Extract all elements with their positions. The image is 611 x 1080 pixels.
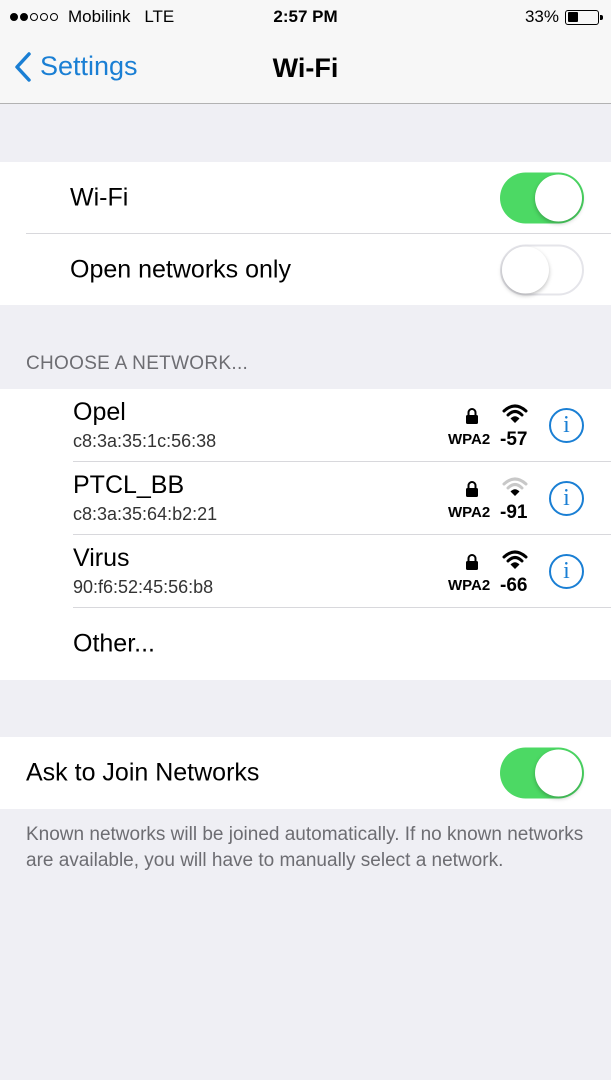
info-icon[interactable]: i (549, 408, 584, 443)
network-name: Virus (73, 544, 130, 572)
ask-to-join-row: Ask to Join Networks (0, 737, 611, 809)
lock-icon (466, 554, 478, 570)
toggle-knob (535, 749, 582, 797)
page-title: Wi-Fi (272, 53, 339, 83)
ask-to-join-group: Ask to Join Networks (0, 737, 611, 809)
wifi-settings-group: Wi-Fi Open networks only (0, 162, 611, 305)
info-icon[interactable]: i (549, 481, 584, 516)
battery-percent: 33% (524, 7, 559, 26)
signal-rssi: -66 (500, 575, 528, 596)
status-bar: Mobilink LTE 2:57 PM 33% (0, 0, 611, 34)
wifi-signal-icon (502, 477, 528, 496)
open-networks-row: Open networks only (0, 234, 611, 305)
battery-icon (565, 9, 603, 25)
signal-rssi: -91 (500, 502, 528, 523)
info-icon[interactable]: i (549, 554, 584, 589)
ask-to-join-toggle[interactable] (500, 747, 584, 799)
network-mac: 90:f6:52:45:56:b8 (73, 577, 214, 597)
network-name: PTCL_BB (73, 471, 185, 499)
wifi-label: Wi-Fi (70, 183, 129, 212)
other-network-label: Other... (73, 629, 155, 658)
clock: 2:57 PM (273, 7, 338, 26)
network-mac: c8:3a:35:1c:56:38 (73, 431, 217, 451)
network-mac: c8:3a:35:64:b2:21 (73, 504, 218, 524)
wifi-signal-icon (502, 404, 528, 423)
footer-note: Known networks will be joined automatica… (26, 824, 584, 871)
lock-icon (466, 408, 478, 424)
security-type: WPA2 (448, 577, 491, 594)
network-name: Opel (73, 398, 126, 426)
security-type: WPA2 (448, 504, 491, 521)
other-network-row[interactable]: Other... (0, 608, 611, 680)
network-row[interactable]: PTCL_BB c8:3a:35:64:b2:21 WPA2 -91 i (0, 462, 611, 535)
network-row[interactable]: Virus 90:f6:52:45:56:b8 WPA2 -66 i (0, 535, 611, 608)
lock-icon (466, 481, 478, 497)
toggle-knob (535, 174, 582, 222)
battery-fill (567, 12, 579, 22)
wifi-row: Wi-Fi (0, 162, 611, 234)
security-type: WPA2 (448, 431, 491, 448)
open-networks-toggle[interactable] (500, 244, 584, 295)
network-list: Opel c8:3a:35:1c:56:38 WPA2 -57 i PTCL_B… (0, 389, 611, 680)
wifi-toggle[interactable] (500, 172, 584, 224)
open-networks-label: Open networks only (70, 255, 291, 283)
ask-to-join-label: Ask to Join Networks (26, 758, 260, 787)
toggle-knob (502, 246, 549, 293)
wifi-signal-icon (502, 550, 528, 569)
navigation-bar: Settings Wi-Fi (0, 34, 611, 104)
network-row[interactable]: Opel c8:3a:35:1c:56:38 WPA2 -57 i (0, 389, 611, 462)
section-header: CHOOSE A NETWORK... (26, 353, 249, 374)
signal-rssi: -57 (500, 429, 528, 450)
